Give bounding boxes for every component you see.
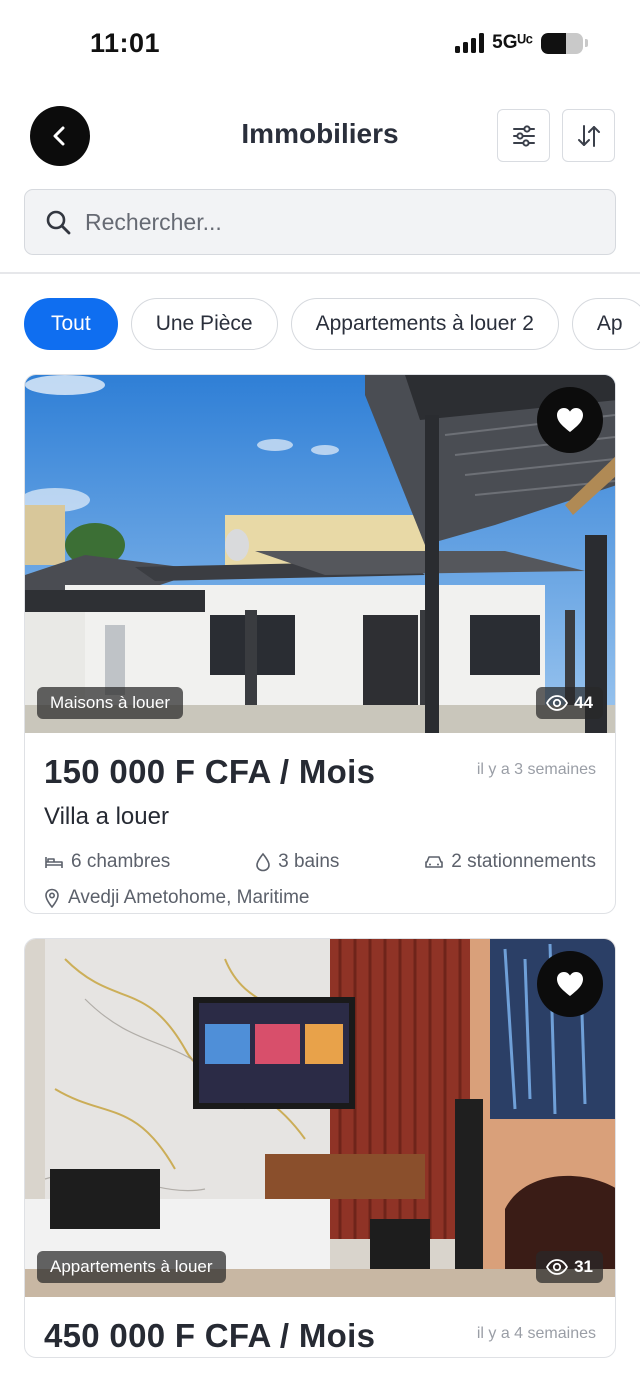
listing-details: 150 000 F CFA / Mois il y a 3 semaines V…: [25, 733, 615, 909]
listing-card[interactable]: Maisons à louer 44 150 000 F CFA / Mois …: [24, 374, 616, 914]
listing-features: 6 chambres 3 bains 2 stationnements: [44, 851, 596, 873]
bed-icon: [45, 857, 63, 868]
parking-count: 2 stationnements: [451, 851, 596, 872]
category-chips: Tout Une Pièce Appartements à louer 2 Ap: [24, 298, 640, 350]
battery-level: [541, 32, 567, 54]
status-indicators: 5Gᵁᶜ: [455, 32, 588, 54]
feature-parking: 2 stationnements: [424, 851, 596, 873]
status-time: 11:01: [90, 28, 161, 58]
heart-icon: [557, 972, 583, 996]
map-pin-icon: [45, 888, 59, 908]
sort-arrows-icon: [577, 124, 600, 147]
category-badge: Appartements à louer: [37, 1251, 226, 1283]
views-badge: 31: [536, 1251, 603, 1283]
feature-bathrooms: 3 bains: [255, 851, 339, 873]
search-input[interactable]: [85, 208, 565, 236]
listing-title: Villa a louer: [44, 803, 169, 830]
favorite-button[interactable]: [537, 387, 603, 453]
signal-icon: [455, 33, 485, 53]
house-photo: [25, 375, 615, 733]
chip-appartements-a-louer-2[interactable]: Appartements à louer 2: [290, 298, 559, 350]
filter-button[interactable]: [497, 109, 550, 162]
listing-photo[interactable]: Maisons à louer 44: [25, 375, 615, 733]
chip-tout[interactable]: Tout: [24, 298, 118, 350]
search-icon: [46, 210, 71, 235]
sort-button[interactable]: [562, 109, 615, 162]
bathrooms-count: 3 bains: [278, 851, 340, 872]
network-label: 5Gᵁᶜ: [492, 32, 533, 53]
apartment-photo: [25, 939, 615, 1297]
category-badge: Maisons à louer: [37, 687, 184, 719]
listing-photo[interactable]: Appartements à louer 31: [25, 939, 615, 1297]
views-count: 44: [574, 693, 593, 712]
heart-icon: [557, 408, 583, 432]
status-bar: 11:01 5Gᵁᶜ: [0, 0, 640, 88]
listing-location: Avedji Ametohome, Maritime: [44, 887, 596, 909]
listing-posted-date: il y a 3 semaines: [476, 761, 596, 778]
location-text: Avedji Ametohome, Maritime: [68, 887, 310, 908]
header-divider: [0, 272, 640, 274]
views-badge: 44: [536, 687, 603, 719]
water-drop-icon: [256, 852, 270, 872]
listing-card[interactable]: Appartements à louer 31 450 000 F CFA / …: [24, 938, 616, 1358]
views-count: 31: [574, 1257, 593, 1276]
eye-icon: [546, 1259, 569, 1275]
car-icon: [425, 856, 444, 868]
chip-une-piece[interactable]: Une Pièce: [130, 298, 278, 350]
bedrooms-count: 6 chambres: [71, 851, 171, 872]
listing-posted-date: il y a 4 semaines: [476, 1325, 596, 1342]
chip-appartements[interactable]: Ap: [571, 298, 640, 350]
feature-bedrooms: 6 chambres: [44, 851, 170, 873]
listing-details: 450 000 F CFA / Mois il y a 4 semaines: [25, 1297, 615, 1355]
favorite-button[interactable]: [537, 951, 603, 1017]
sliders-icon: [512, 124, 535, 147]
battery-icon: [541, 32, 583, 54]
eye-icon: [546, 695, 569, 711]
search-bar[interactable]: [24, 189, 616, 255]
battery-tip: [585, 39, 588, 47]
